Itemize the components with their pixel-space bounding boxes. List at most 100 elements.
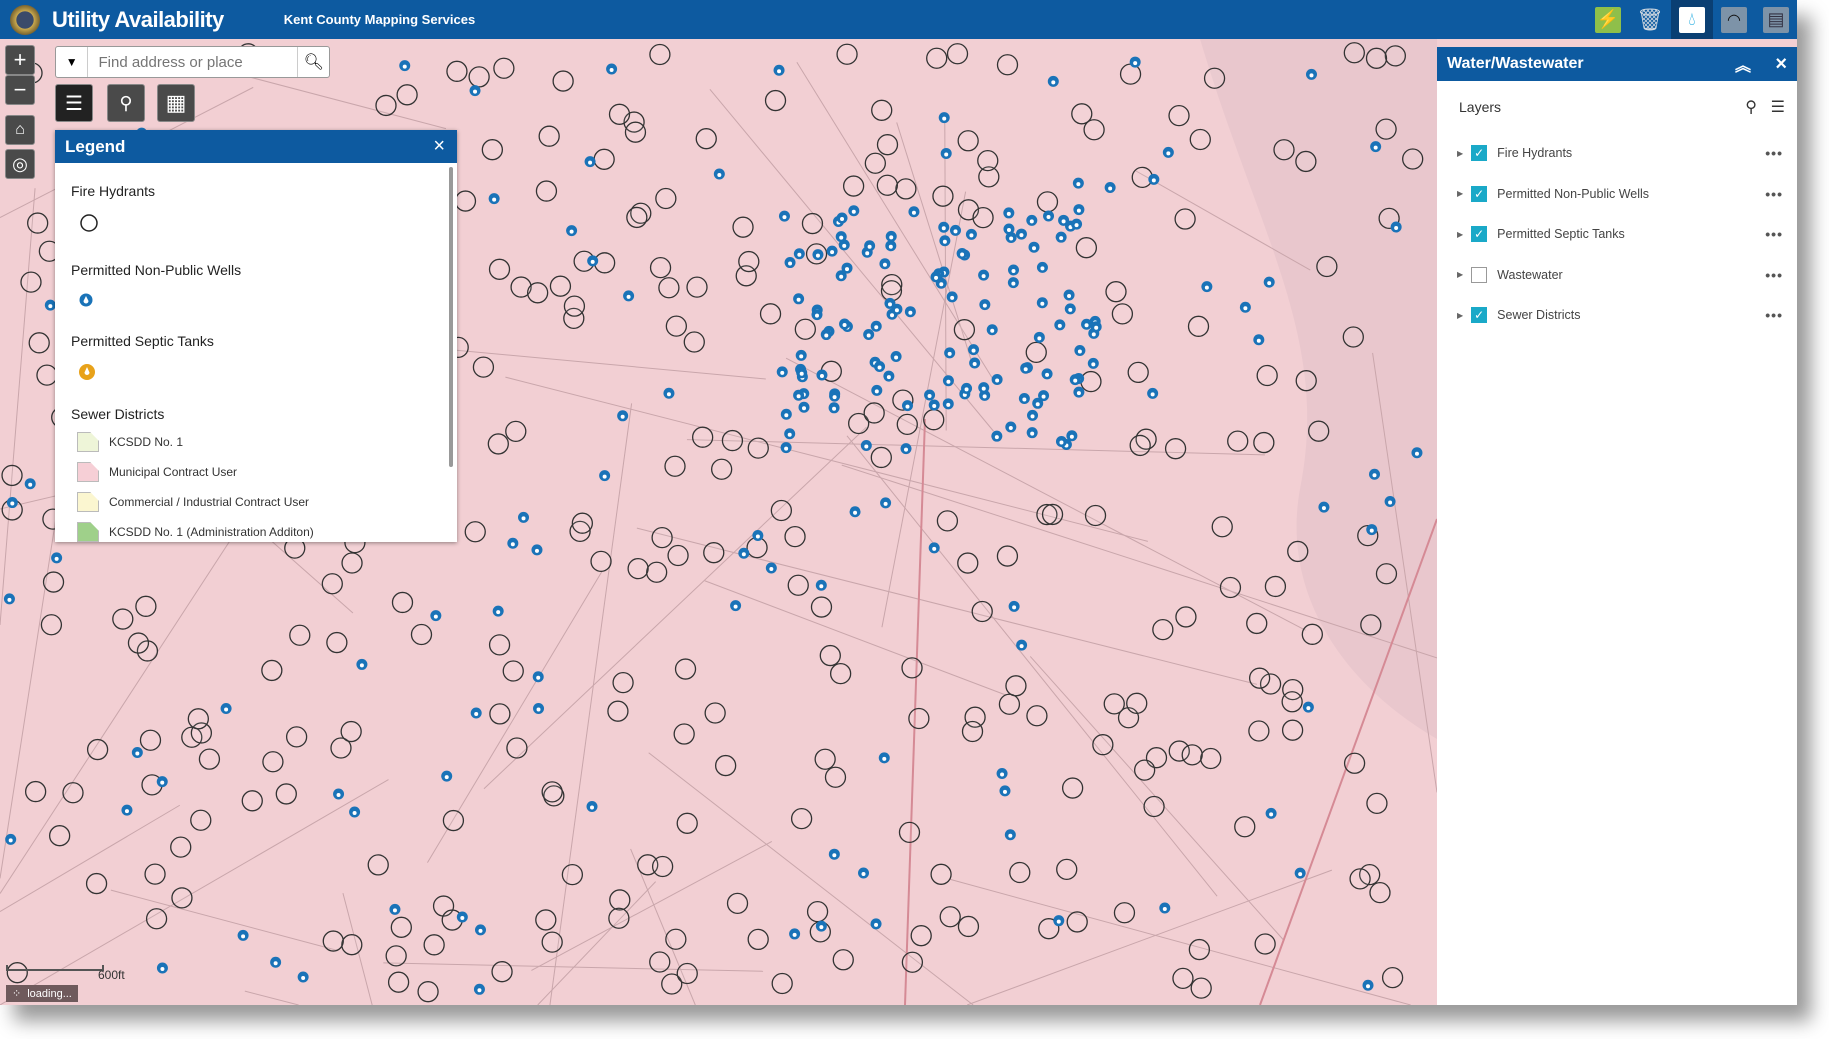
well-marker-inner: [477, 988, 482, 993]
fire-hydrant-marker: [28, 332, 50, 354]
well-marker-inner: [853, 510, 858, 515]
fire-hydrant-marker: [464, 521, 486, 543]
fire-hydrant-marker: [1119, 63, 1142, 85]
widget-toolbar: ⚡ 🗑︎ 💧︎ ◠ ▤: [1587, 0, 1797, 39]
fire-hydrant-marker: [784, 525, 806, 548]
well-marker-inner: [1076, 182, 1081, 187]
well-marker-inner: [1059, 440, 1064, 445]
map-widget-button[interactable]: ▤: [1755, 0, 1797, 39]
well-marker-inner: [780, 370, 785, 375]
well-marker-inner: [960, 252, 965, 257]
street-line: [966, 869, 1333, 1005]
fire-hydrant-marker: [385, 945, 407, 967]
fire-hydrant-marker: [1129, 434, 1151, 457]
fire-hydrant-marker: [1248, 667, 1271, 689]
fire-hydrant-marker: [1080, 370, 1102, 393]
layer-options-button[interactable]: •••: [1765, 307, 1783, 323]
fire-hydrant-marker: [1360, 614, 1382, 636]
legend-header: Legend ×: [55, 130, 457, 163]
fire-hydrant-marker: [957, 130, 979, 152]
fire-hydrant-marker: [801, 212, 824, 235]
collapse-button[interactable]: ︽: [1735, 52, 1751, 76]
expand-caret-icon[interactable]: ▶: [1457, 149, 1463, 158]
fire-hydrant-marker: [609, 889, 631, 911]
fire-hydrant-marker: [936, 510, 959, 532]
well-marker-inner: [874, 389, 879, 394]
layer-item[interactable]: ▶ ✓ Permitted Septic Tanks •••: [1437, 214, 1797, 255]
zoom-in-button[interactable]: +: [5, 45, 35, 75]
legend-close-button[interactable]: ×: [433, 135, 445, 158]
fire-hydrant-marker: [608, 907, 630, 929]
fire-hydrant-marker: [626, 206, 648, 229]
fire-hydrant-marker: [1256, 364, 1278, 387]
fire-hydrant-marker: [1172, 967, 1194, 990]
fire-hydrant-marker: [535, 909, 557, 931]
hydrant-symbol-icon: [79, 213, 457, 238]
well-marker-inner: [433, 614, 438, 619]
well-marker-inner: [894, 308, 899, 313]
fire-hydrant-marker: [842, 175, 865, 197]
expand-caret-icon[interactable]: ▶: [1457, 270, 1463, 279]
well-marker-inner: [1057, 323, 1062, 328]
layer-checkbox[interactable]: ✓: [1471, 307, 1488, 324]
well-marker-inner: [1008, 833, 1013, 838]
fire-hydrant-marker: [535, 180, 558, 202]
layer-options-button[interactable]: •••: [1765, 267, 1783, 283]
water-widget-button[interactable]: 💧︎: [1671, 0, 1713, 39]
layer-filter-icon[interactable]: ☰: [1771, 97, 1785, 117]
fire-hydrant-marker: [190, 809, 212, 831]
layer-item[interactable]: ▶ Wastewater •••: [1437, 255, 1797, 296]
well-marker-inner: [336, 792, 341, 797]
fire-hydrant-marker: [502, 660, 524, 682]
trash-widget-button[interactable]: 🗑︎: [1629, 0, 1671, 39]
layer-checkbox[interactable]: ✓: [1471, 226, 1488, 243]
search-button[interactable]: 🔍︎: [297, 47, 329, 77]
layer-checkbox[interactable]: [1471, 266, 1488, 283]
panel-close-button[interactable]: ×: [1775, 53, 1787, 76]
street-line: [110, 889, 338, 951]
fire-hydrant-marker: [375, 94, 397, 117]
well-marker-inner: [982, 303, 987, 308]
layer-search-icon[interactable]: ⚲: [1745, 97, 1757, 117]
well-marker-inner: [769, 566, 774, 571]
electric-widget-button[interactable]: ⚡: [1587, 0, 1629, 39]
layer-locate-button[interactable]: ⚲: [107, 84, 145, 122]
layer-options-button[interactable]: •••: [1765, 226, 1783, 242]
zoom-out-button[interactable]: −: [5, 75, 35, 105]
fire-hydrant-marker: [676, 962, 698, 985]
well-marker-inner: [830, 250, 835, 255]
search-source-dropdown[interactable]: ▼: [56, 47, 89, 77]
well-marker-inner: [473, 89, 478, 94]
fire-hydrant-marker: [836, 43, 858, 65]
fire-hydrant-marker: [135, 595, 157, 617]
layer-checkbox[interactable]: ✓: [1471, 185, 1488, 202]
layer-item[interactable]: ▶ ✓ Sewer Districts •••: [1437, 295, 1797, 336]
well-marker-inner: [1091, 362, 1096, 367]
fire-hydrant-marker: [898, 821, 921, 844]
basemap-gallery-button[interactable]: ▦: [157, 84, 195, 122]
expand-caret-icon[interactable]: ▶: [1457, 189, 1463, 198]
expand-caret-icon[interactable]: ▶: [1457, 311, 1463, 320]
layer-item[interactable]: ▶ ✓ Fire Hydrants •••: [1437, 133, 1797, 174]
layer-options-button[interactable]: •••: [1765, 186, 1783, 202]
well-marker-inner: [994, 435, 999, 440]
legend-button[interactable]: ☰: [55, 84, 93, 122]
layer-item[interactable]: ▶ ✓ Permitted Non-Public Wells •••: [1437, 174, 1797, 215]
wireless-widget-button[interactable]: ◠: [1713, 0, 1755, 39]
expand-caret-icon[interactable]: ▶: [1457, 230, 1463, 239]
well-marker-inner: [832, 406, 837, 411]
layer-options-button[interactable]: •••: [1765, 145, 1783, 161]
well-marker-inner: [792, 932, 797, 937]
locate-button[interactable]: ◎: [5, 149, 35, 179]
well-marker-inner: [1000, 772, 1005, 777]
home-button[interactable]: ⌂: [5, 115, 35, 145]
fire-hydrant-marker: [814, 748, 836, 770]
layer-checkbox[interactable]: ✓: [1471, 145, 1488, 162]
well-marker-inner: [874, 922, 879, 927]
well-marker-inner: [832, 395, 837, 400]
legend-scrollbar[interactable]: [449, 167, 453, 467]
fire-hydrant-marker: [1084, 504, 1107, 527]
well-marker-inner: [536, 707, 541, 712]
fire-hydrant-marker: [703, 542, 725, 564]
search-input[interactable]: [88, 47, 298, 77]
